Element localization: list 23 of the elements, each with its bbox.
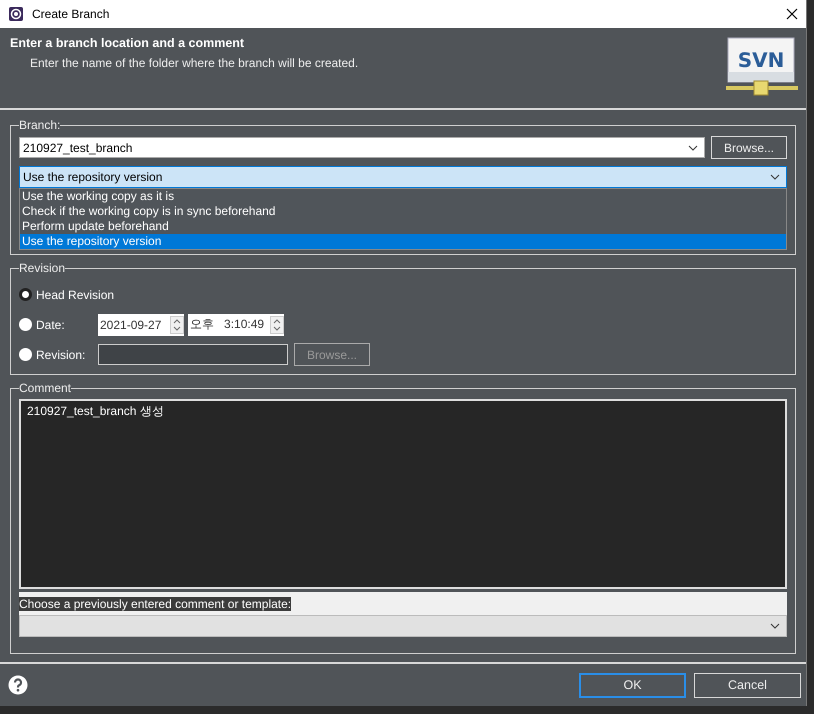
svn-logo: SVN (726, 36, 798, 98)
update-mode-combo[interactable]: Use the repository version (19, 166, 787, 188)
radio-label: Revision: (36, 348, 86, 362)
dropdown-option[interactable]: Use the working copy as it is (20, 189, 786, 204)
dialog-button[interactable]: Cancel (694, 672, 801, 698)
dialog-button[interactable]: OK (579, 672, 686, 698)
time-field[interactable]: 오후 3:10:49 (188, 314, 284, 336)
date-field[interactable]: 2021-09-27 (98, 314, 184, 336)
comment-field[interactable]: 210927_test_branch 생성 (19, 399, 787, 589)
branch-combo[interactable]: 210927_test_branch (19, 137, 705, 158)
dropdown-option[interactable]: Use the repository version (20, 234, 786, 249)
dropdown-option[interactable]: Check if the working copy is in sync beforehand (20, 204, 786, 219)
history-label: Choose a previously entered comment or template: (19, 596, 292, 610)
header-description: Enter the name of the folder where the branch will be created. (29, 56, 360, 70)
group-label: Revision (19, 261, 66, 275)
browse-button[interactable]: Browse... (711, 136, 787, 159)
dropdown-option[interactable]: Perform update beforehand (20, 219, 786, 234)
radio-label: Date: (36, 318, 66, 332)
header-title: Enter a branch location and a comment (10, 36, 246, 50)
window-title: Create Branch (32, 7, 110, 21)
group-label: Branch: (19, 118, 60, 132)
group-label: Comment (19, 381, 72, 395)
radio-label: Head Revision (36, 288, 114, 302)
